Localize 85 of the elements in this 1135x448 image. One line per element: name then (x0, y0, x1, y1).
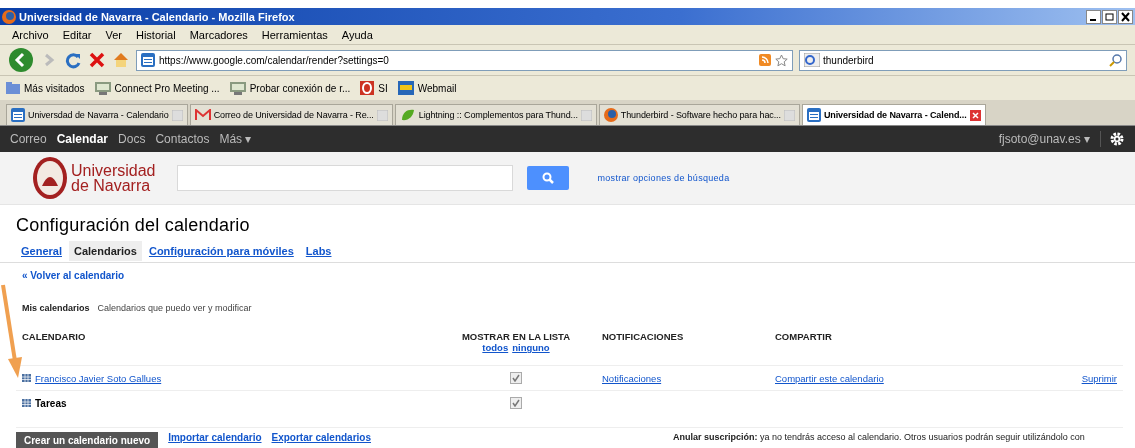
calendar-icon (11, 108, 25, 122)
address-field[interactable]: https://www.google.com/calendar/render?settings=0 (159, 54, 755, 66)
star-icon[interactable] (775, 53, 788, 67)
folder-icon (6, 82, 20, 94)
show-link[interactable]: ninguno (512, 342, 550, 353)
settings-tab[interactable]: Configuración para móviles (143, 241, 299, 261)
settings-icon[interactable] (1109, 131, 1125, 147)
bookmark[interactable]: Webmail (417, 82, 457, 94)
page-title: Configuración del calendario (16, 215, 251, 236)
column-header: COMPARTIR (775, 331, 832, 342)
nav-link[interactable]: Calendar (56, 132, 109, 146)
stop-icon[interactable] (88, 51, 106, 69)
search-button[interactable] (527, 166, 570, 190)
mail-icon (397, 81, 414, 95)
menu-item[interactable]: Ayuda (341, 28, 373, 41)
settings-tab[interactable]: Calendarios (68, 241, 142, 261)
menu-item[interactable]: Herramientas (261, 28, 328, 41)
calendar-icon (22, 374, 31, 382)
section-title: Mis calendarios (22, 303, 90, 313)
search-box[interactable]: thunderbird (799, 49, 1127, 71)
back-icon[interactable] (8, 47, 34, 73)
checkbox[interactable] (510, 397, 522, 409)
menu-item[interactable]: Archivo (12, 28, 49, 41)
footer-link[interactable]: Importar calendario (168, 432, 262, 443)
bookmark[interactable]: Connect Pro Meeting ... (114, 82, 220, 94)
calendar-icon (806, 108, 821, 122)
bookmark[interactable]: Más visitados (24, 82, 85, 94)
leaf-icon (399, 108, 416, 122)
check-icon (512, 374, 520, 382)
column-header: MOSTRAR EN LA LISTA (461, 331, 571, 342)
browser-tab[interactable]: Lightning :: Complementos para Thund... (394, 104, 597, 125)
account-menu[interactable]: fjsoto@unav.es ▾ (998, 132, 1090, 146)
nav-link[interactable]: Contactos (155, 132, 210, 146)
bookmark[interactable]: Probar conexión de r... (249, 82, 351, 94)
window-title: Universidad de Navarra - Calendario - Mozilla Firefox (19, 10, 296, 23)
menu-item[interactable]: Editar (62, 28, 92, 41)
search-field[interactable] (177, 165, 514, 191)
globe-icon (2, 9, 16, 24)
monitor-icon (229, 81, 246, 95)
envelope-icon (194, 109, 211, 121)
calendar-icon (141, 53, 155, 67)
show-link[interactable]: todos (482, 342, 509, 353)
nav-link[interactable]: Docs (118, 132, 146, 146)
browser-tab[interactable]: Thunderbird - Software hecho para hac... (598, 104, 800, 125)
feed-icon[interactable] (759, 54, 771, 66)
section-subtitle: Calendarios que puedo ver y modificar (97, 303, 252, 313)
restore-icon[interactable] (1102, 9, 1117, 24)
settings-tab[interactable]: Labs (300, 241, 337, 261)
menu-item[interactable]: Ver (105, 28, 122, 41)
menu-item[interactable]: Historial (135, 28, 176, 41)
browser-tab[interactable]: Correo de Universidad de Navarra - Re... (189, 104, 393, 125)
check-icon (512, 399, 520, 407)
seal-icon (32, 156, 68, 200)
create-calendar-button[interactable]: Crear un calendario nuevo (16, 432, 159, 448)
monitor-icon (94, 81, 111, 95)
unsubscribe-note: Anular suscripción: ya no tendrás acceso al calendario. Otros usuarios podrán seguir utilizándolo con (673, 432, 1086, 442)
bookmark[interactable]: SI (378, 82, 388, 94)
browser-tab[interactable]: Universidad de Navarra - Calend... (801, 104, 986, 125)
calendar-name: Tareas (35, 397, 67, 409)
search-field[interactable]: thunderbird (823, 54, 1106, 66)
settings-tab[interactable]: General (16, 241, 67, 261)
search-icon (542, 172, 555, 184)
footer-link[interactable]: Exportar calendarios (271, 432, 371, 443)
column-header: CALENDARIO (22, 331, 86, 342)
reload-icon[interactable] (64, 51, 82, 69)
university-logo-text: Universidad de Navarra (71, 163, 156, 193)
nav-link[interactable]: Más ▾ (219, 132, 252, 146)
column-header: NOTIFICACIONES (602, 331, 684, 342)
back-link[interactable]: « Volver al calendario (22, 270, 1135, 281)
globe-icon (603, 108, 618, 122)
search-options-link[interactable]: mostrar opciones de búsqueda (597, 173, 730, 183)
minimize-icon[interactable] (1086, 9, 1101, 24)
browser-tab[interactable]: Universdad de Navarra - Calendario (6, 104, 188, 125)
notifications-link[interactable]: Notificaciones (602, 372, 662, 384)
address-bar[interactable]: https://www.google.com/calendar/render?settings=0 (136, 49, 793, 71)
menu-item[interactable]: Marcadores (189, 28, 248, 41)
checkbox[interactable] (510, 372, 522, 384)
share-link[interactable]: Compartir este calendario (775, 372, 884, 384)
nav-link[interactable]: Correo (10, 132, 47, 146)
search-icon[interactable] (1109, 53, 1122, 67)
home-icon[interactable] (112, 51, 130, 69)
delete-link[interactable]: Suprimir (1081, 372, 1117, 384)
calendar-icon (22, 399, 31, 407)
calendar-entry-link[interactable]: Francisco Javier Soto Gallues (35, 372, 162, 384)
ring-icon (360, 81, 375, 95)
